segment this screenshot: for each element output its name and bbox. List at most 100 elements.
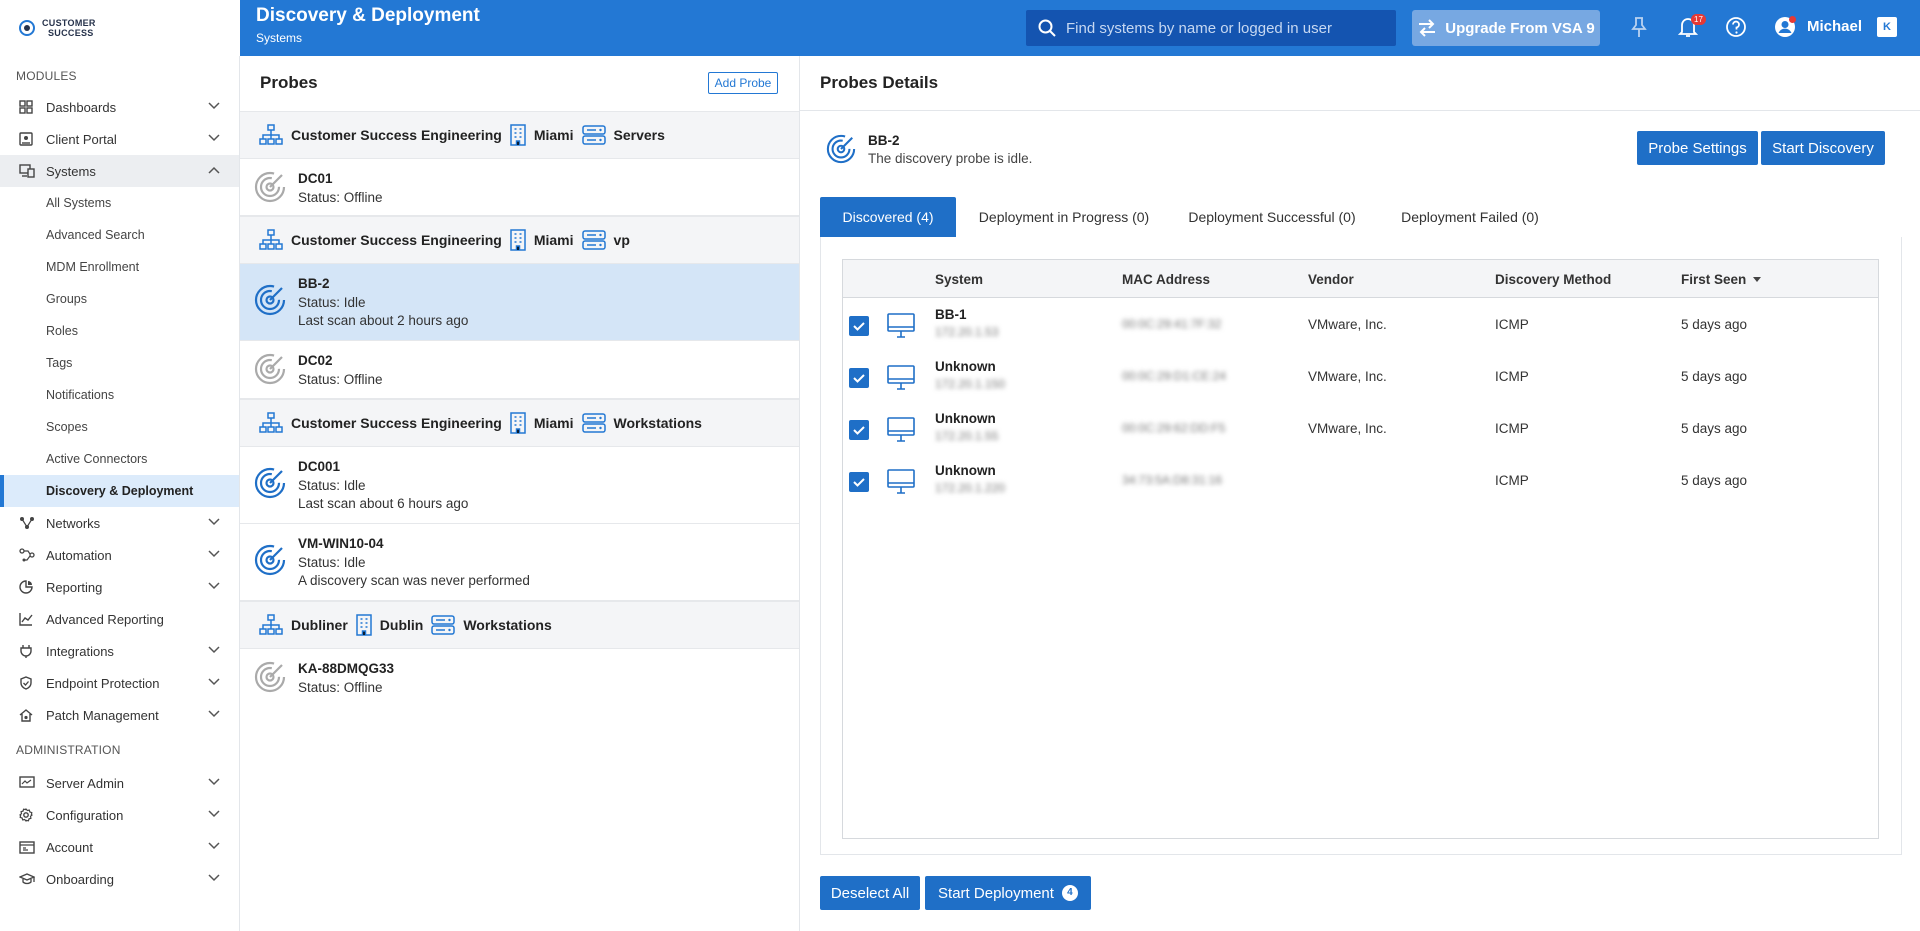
server-rack-icon [581, 125, 606, 145]
table-row[interactable]: Unknown 172.20.1.150 00:0C:29:D1:CE:24 V… [843, 351, 1878, 403]
building-icon [510, 229, 526, 251]
mac-address: 34:73:5A:D8:31:16 [1122, 473, 1223, 487]
chevron-down-icon [208, 874, 220, 882]
server-admin-icon [19, 776, 35, 788]
discovered-systems-table: System MAC Address Vendor Discovery Meth… [842, 259, 1879, 839]
reporting-icon [19, 580, 33, 594]
deselect-all-button[interactable]: Deselect All [820, 876, 920, 910]
group-site: Miami [533, 232, 574, 248]
sidebar-subitem-roles[interactable]: Roles [0, 315, 239, 347]
global-search[interactable] [1026, 10, 1396, 46]
sidebar-item-label: Endpoint Protection [46, 675, 160, 691]
page-title: Discovery & Deployment [256, 5, 480, 26]
sidebar-item-label: Advanced Reporting [46, 611, 164, 627]
sidebar-item-onboarding[interactable]: Onboarding [0, 863, 239, 895]
mac-address: 00:0C:29:41:7F:32 [1122, 317, 1222, 331]
row-checkbox[interactable] [849, 472, 869, 492]
row-checkbox[interactable] [849, 368, 869, 388]
row-checkbox[interactable] [849, 420, 869, 440]
probes-panel: Probes Add Probe Customer Success Engine… [240, 56, 800, 931]
discovery-method: ICMP [1495, 369, 1529, 384]
probe-item-ka-88dmqg33[interactable]: KA-88DMQG33 Status: Offline [240, 649, 799, 706]
group-name: vp [613, 232, 630, 248]
sidebar-item-networks[interactable]: Networks [0, 507, 239, 539]
sidebar-subitem-mdm-enrollment[interactable]: MDM Enrollment [0, 251, 239, 283]
sidebar-item-label: Systems [46, 163, 96, 179]
chevron-up-icon [208, 166, 220, 174]
help-icon[interactable] [1725, 16, 1747, 38]
sidebar-item-integrations[interactable]: Integrations [0, 635, 239, 667]
tab-deployment-in-progress[interactable]: Deployment in Progress (0) [964, 197, 1164, 237]
upgrade-button[interactable]: Upgrade From VSA 9 [1412, 10, 1600, 46]
sort-desc-icon[interactable] [1753, 277, 1761, 282]
column-vendor[interactable]: Vendor [1308, 272, 1354, 287]
sidebar-subitem-tags[interactable]: Tags [0, 347, 239, 379]
probe-item-dc001[interactable]: DC001 Status: Idle Last scan about 6 hou… [240, 447, 799, 524]
probe-status: Status: Idle [298, 478, 366, 493]
sidebar-subitem-groups[interactable]: Groups [0, 283, 239, 315]
table-row[interactable]: Unknown 172.20.1.55 00:0C:29:62:DD:F5 VM… [843, 403, 1878, 455]
sidebar-item-reporting[interactable]: Reporting [0, 571, 239, 603]
table-row[interactable]: Unknown 172.20.1.220 34:73:5A:D8:31:16 I… [843, 455, 1878, 507]
search-icon [1038, 19, 1056, 37]
sidebar-item-dashboards[interactable]: Dashboards [0, 91, 239, 123]
probe-last-scan: A discovery scan was never performed [298, 573, 530, 588]
system-name: BB-1 [935, 307, 967, 322]
tab-deployment-failed[interactable]: Deployment Failed (0) [1380, 197, 1560, 237]
selected-probe-name: BB-2 [868, 133, 900, 148]
chevron-down-icon [208, 646, 220, 654]
table-row[interactable]: BB-1 172.20.1.53 00:0C:29:41:7F:32 VMwar… [843, 299, 1878, 351]
sidebar-subitem-discovery-deployment[interactable]: Discovery & Deployment [0, 475, 239, 507]
sidebar-item-advanced-reporting[interactable]: Advanced Reporting [0, 603, 239, 635]
sidebar-item-endpoint-protection[interactable]: Endpoint Protection [0, 667, 239, 699]
probe-radar-icon [254, 467, 286, 499]
pin-icon[interactable] [1630, 16, 1648, 38]
sidebar-subitem-advanced-search[interactable]: Advanced Search [0, 219, 239, 251]
group-org: Dubliner [291, 617, 348, 633]
probe-status: Status: Offline [298, 190, 383, 205]
vendor: VMware, Inc. [1308, 317, 1387, 332]
logo[interactable]: CUSTOMER SUCCESS [0, 0, 240, 56]
add-probe-button[interactable]: Add Probe [708, 72, 778, 94]
sidebar-item-systems[interactable]: Systems [0, 155, 239, 187]
sidebar-item-patch-management[interactable]: Patch Management [0, 699, 239, 731]
sidebar-subitem-all-systems[interactable]: All Systems [0, 187, 239, 219]
column-discovery-method[interactable]: Discovery Method [1495, 272, 1611, 287]
server-rack-icon [581, 230, 606, 250]
column-first-seen[interactable]: First Seen [1681, 272, 1746, 287]
subitem-label: Discovery & Deployment [46, 484, 194, 498]
server-rack-icon [431, 615, 456, 635]
group-org: Customer Success Engineering [291, 232, 502, 248]
system-ip: 172.20.1.220 [935, 481, 1006, 495]
column-system[interactable]: System [935, 272, 983, 287]
sidebar-item-account[interactable]: Account [0, 831, 239, 863]
sidebar-subitem-notifications[interactable]: Notifications [0, 379, 239, 411]
sidebar-item-server-admin[interactable]: Server Admin [0, 767, 239, 799]
sidebar-item-configuration[interactable]: Configuration [0, 799, 239, 831]
row-checkbox[interactable] [849, 316, 869, 336]
start-deployment-button[interactable]: Start Deployment 4 [925, 876, 1091, 910]
probe-item-vm-win10-04[interactable]: VM-WIN10-04 Status: Idle A discovery sca… [240, 524, 799, 601]
subitem-label: Groups [46, 292, 87, 306]
start-discovery-button[interactable]: Start Discovery [1761, 131, 1885, 165]
user-name[interactable]: Michael [1807, 18, 1862, 35]
probe-item-bb-2[interactable]: BB-2 Status: Idle Last scan about 2 hour… [240, 264, 799, 341]
subitem-label: All Systems [46, 196, 112, 210]
column-mac-address[interactable]: MAC Address [1122, 272, 1210, 287]
system-name: Unknown [935, 463, 996, 478]
tab-deployment-successful[interactable]: Deployment Successful (0) [1172, 197, 1372, 237]
app-switcher[interactable]: K [1877, 17, 1897, 37]
search-input[interactable] [1066, 19, 1386, 37]
probe-item-dc02[interactable]: DC02 Status: Offline [240, 341, 799, 399]
subitem-label: MDM Enrollment [46, 260, 140, 274]
sidebar-item-automation[interactable]: Automation [0, 539, 239, 571]
logo-line1: CUSTOMER [42, 18, 96, 28]
sidebar-subitem-active-connectors[interactable]: Active Connectors [0, 443, 239, 475]
sidebar-subitem-scopes[interactable]: Scopes [0, 411, 239, 443]
tab-discovered[interactable]: Discovered (4) [820, 197, 956, 237]
sidebar-item-client-portal[interactable]: Client Portal [0, 123, 239, 155]
discovery-method: ICMP [1495, 473, 1529, 488]
probe-item-dc01[interactable]: DC01 Status: Offline [240, 159, 799, 216]
page-subtitle: Systems [256, 31, 303, 45]
probe-settings-button[interactable]: Probe Settings [1637, 131, 1758, 165]
